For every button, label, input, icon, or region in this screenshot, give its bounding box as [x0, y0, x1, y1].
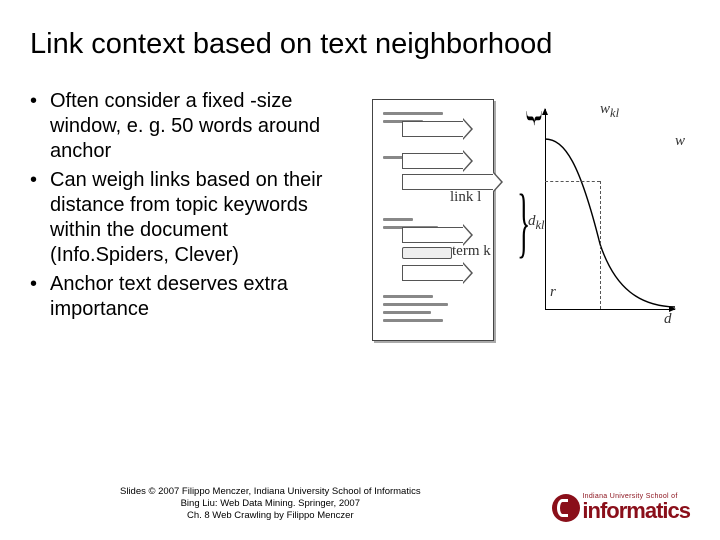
dash-line [600, 181, 601, 309]
arrow-icon [402, 174, 494, 190]
bullet-item: Often consider a fixed -size window, e. … [30, 89, 340, 164]
logo-main: informatics [582, 501, 690, 522]
informatics-logo: Indiana University School of informatics [552, 494, 690, 522]
dkl-label: dkl [528, 213, 545, 233]
r-axis-label: r [550, 284, 556, 301]
credit-line: Ch. 8 Web Crawling by Filippo Menczer [120, 510, 421, 522]
link-context-diagram: link l term k } dkl } wkl w r d [350, 89, 690, 359]
brace-icon: } [524, 107, 545, 129]
logo-mark-icon [552, 494, 580, 522]
term-label: term k [452, 243, 491, 260]
arrow-icon [402, 121, 464, 137]
bullet-item: Anchor text deserves extra importance [30, 272, 340, 322]
term-marker [402, 247, 452, 259]
credit-line: Slides © 2007 Filippo Menczer, Indiana U… [120, 486, 421, 498]
slide-title: Link context based on text neighborhood [0, 0, 720, 71]
dash-line [545, 181, 600, 182]
decay-curve-icon [545, 109, 680, 314]
wkl-label: wkl [600, 101, 619, 121]
credits: Slides © 2007 Filippo Menczer, Indiana U… [120, 486, 421, 522]
bullet-list: Often consider a fixed -size window, e. … [30, 89, 340, 359]
credit-line: Bing Liu: Web Data Mining. Springer, 200… [120, 498, 421, 510]
footer: Slides © 2007 Filippo Menczer, Indiana U… [0, 486, 720, 522]
arrow-icon [402, 153, 464, 169]
bullet-item: Can weigh links based on their distance … [30, 168, 340, 268]
w-axis-label: w [675, 133, 685, 150]
content-row: Often consider a fixed -size window, e. … [0, 71, 720, 359]
arrow-icon [402, 227, 464, 243]
d-axis-label: d [664, 311, 672, 328]
link-label: link l [450, 189, 481, 206]
arrow-icon [402, 265, 464, 281]
